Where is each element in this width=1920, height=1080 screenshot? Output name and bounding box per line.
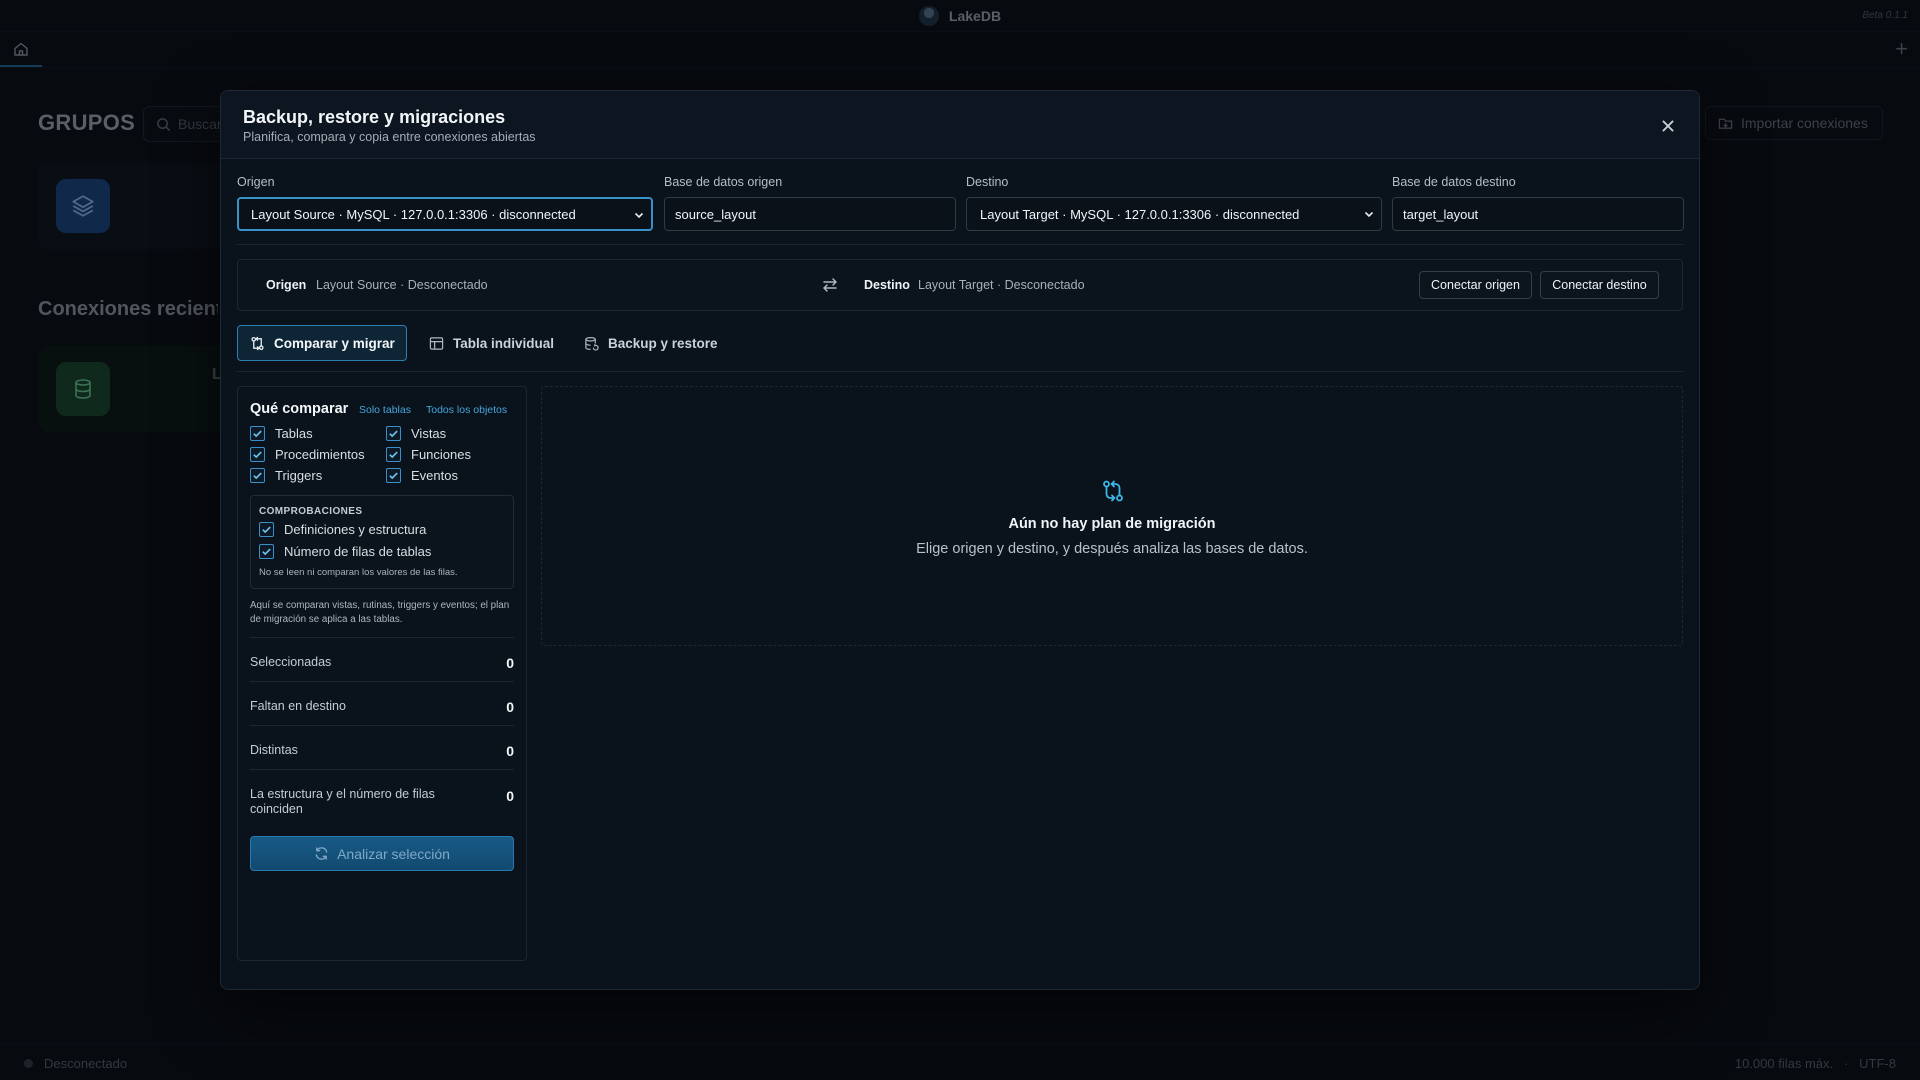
checkbox-label: Funciones: [411, 447, 471, 462]
empty-state-subtitle: Elige origen y destino, y después analiz…: [916, 541, 1308, 557]
chevron-down-icon: [634, 212, 644, 219]
checkbox-check-icon: [386, 426, 401, 441]
connect-target-button[interactable]: Conectar destino: [1540, 271, 1659, 299]
stat-row-matching: La estructura y el número de filas coinc…: [250, 769, 514, 827]
empty-state-title: Aún no hay plan de migración: [1008, 516, 1216, 532]
checkbox-triggers[interactable]: Triggers: [250, 468, 322, 483]
checkbox-label: Triggers: [275, 468, 323, 483]
analyze-selection-button[interactable]: Analizar selección: [250, 836, 514, 871]
all-objects-link[interactable]: Todos los objetos: [426, 404, 507, 416]
checkbox-procedures[interactable]: Procedimientos: [250, 447, 365, 462]
checkbox-check-icon: [259, 522, 274, 537]
compare-note: Aquí se comparan vistas, rutinas, trigge…: [250, 600, 510, 625]
checkbox-check-icon: [250, 468, 265, 483]
source-select-value: Layout Source · MySQL · 127.0.0.1:3306 ·…: [251, 206, 576, 222]
git-compare-icon: [1103, 480, 1123, 502]
checkbox-views[interactable]: Vistas: [386, 426, 446, 441]
checks-note: No se leen ni comparan los valores de la…: [259, 567, 458, 578]
refresh-icon: [314, 846, 329, 861]
migration-modal: Backup, restore y migraciones Planifica,…: [220, 90, 1700, 990]
checkbox-label: Definiciones y estructura: [284, 522, 427, 537]
target-label: Destino: [966, 175, 1009, 189]
target-db-label: Base de datos destino: [1392, 175, 1516, 189]
stat-label: La estructura y el número de filas coinc…: [250, 787, 435, 816]
compare-options-panel: Qué comparar Solo tablas Todos los objet…: [237, 386, 527, 961]
tab-label: Tabla individual: [453, 335, 555, 351]
source-select[interactable]: Layout Source · MySQL · 127.0.0.1:3306 ·…: [237, 197, 653, 231]
conn-source-label: Origen: [266, 278, 307, 292]
checkbox-label: Tablas: [275, 426, 313, 441]
tab-label: Backup y restore: [608, 335, 718, 351]
checks-panel: COMPROBACIONES Definiciones y estructura…: [250, 495, 514, 589]
checkbox-definitions-structure[interactable]: Definiciones y estructura: [259, 522, 426, 537]
checkbox-label: Número de filas de tablas: [284, 544, 432, 559]
connect-source-button[interactable]: Conectar origen: [1419, 271, 1532, 299]
stat-label: Distintas: [250, 743, 298, 757]
target-db-value: target_layout: [1403, 206, 1479, 222]
checkbox-check-icon: [250, 447, 265, 462]
checkbox-check-icon: [386, 447, 401, 462]
tab-single-table[interactable]: Tabla individual: [417, 325, 567, 361]
checkbox-label: Vistas: [411, 426, 447, 441]
tab-backup-restore[interactable]: Backup y restore: [572, 325, 722, 361]
conn-target-status: Layout Target · Desconectado: [918, 278, 1085, 292]
stat-value: 0: [506, 743, 514, 759]
checkbox-check-icon: [250, 426, 265, 441]
database-backup-icon: [584, 336, 599, 351]
git-compare-icon: [250, 336, 265, 351]
conn-source-status: Layout Source · Desconectado: [316, 278, 488, 292]
migration-plan-panel: Aún no hay plan de migración Elige orige…: [541, 386, 1683, 646]
stat-value: 0: [506, 655, 514, 671]
target-select[interactable]: Layout Target · MySQL · 127.0.0.1:3306 ·…: [966, 197, 1382, 231]
checkbox-functions[interactable]: Funciones: [386, 447, 471, 462]
checkbox-label: Procedimientos: [275, 447, 365, 462]
checkbox-tables[interactable]: Tablas: [250, 426, 313, 441]
stat-value: 0: [506, 788, 514, 804]
connection-status-panel: Origen Layout Source · Desconectado Dest…: [237, 259, 1683, 311]
source-label: Origen: [237, 175, 275, 189]
divider: [237, 244, 1683, 245]
conn-target-label: Destino: [864, 278, 910, 292]
compare-title: Qué comparar: [250, 401, 349, 417]
checkbox-row-count[interactable]: Número de filas de tablas: [259, 544, 431, 559]
source-db-label: Base de datos origen: [664, 175, 783, 189]
stat-row-missing: Faltan en destino 0: [250, 681, 514, 725]
modal-title: Backup, restore y migraciones: [243, 107, 506, 127]
checkbox-check-icon: [386, 468, 401, 483]
modal-header: Backup, restore y migraciones Planifica,…: [221, 91, 1699, 159]
table-icon: [429, 336, 444, 351]
modal-subtitle: Planifica, compara y copia entre conexio…: [243, 130, 536, 144]
analyze-selection-label: Analizar selección: [337, 845, 450, 862]
checkbox-check-icon: [259, 544, 274, 559]
stat-row-different: Distintas 0: [250, 725, 514, 769]
stat-label: Faltan en destino: [250, 699, 346, 713]
stat-value: 0: [506, 699, 514, 715]
tables-only-link[interactable]: Solo tablas: [359, 404, 411, 416]
target-select-value: Layout Target · MySQL · 127.0.0.1:3306 ·…: [980, 206, 1300, 222]
source-db-value: source_layout: [675, 206, 756, 222]
stat-row-selected: Seleccionadas 0: [250, 637, 514, 681]
tab-compare-migrate[interactable]: Comparar y migrar: [237, 325, 407, 361]
stat-label: Seleccionadas: [250, 655, 332, 669]
close-icon[interactable]: [1659, 117, 1677, 135]
checks-title: COMPROBACIONES: [259, 506, 363, 517]
source-db-input[interactable]: source_layout: [664, 197, 956, 231]
checkbox-events[interactable]: Eventos: [386, 468, 458, 483]
swap-arrows-icon: [823, 278, 837, 292]
tab-label: Comparar y migrar: [274, 335, 395, 351]
target-db-input[interactable]: target_layout: [1392, 197, 1684, 231]
divider: [237, 371, 1683, 372]
checkbox-label: Eventos: [411, 468, 458, 483]
chevron-down-icon: [1364, 211, 1374, 218]
